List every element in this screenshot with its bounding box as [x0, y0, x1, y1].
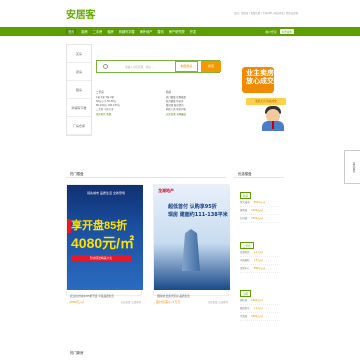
- quick-links-second: 二手房 1室 2室 3室 4室 50万以下 50-80万 80-100万 100…: [96, 90, 162, 116]
- section-title: 热门楼盘: [70, 172, 84, 176]
- top-links[interactable]: 您好，请登录 | 免费注册 | 手机APP | 网站导航 | 我的安居客: [234, 11, 298, 15]
- right-tag[interactable]: 新房: [240, 192, 252, 199]
- promo-headline: 业主卖房 放心成交: [246, 70, 274, 85]
- right-item[interactable]: 万科城 7800元/㎡: [240, 215, 280, 223]
- sidebar-item-factory[interactable]: 厂房仓库: [67, 117, 91, 135]
- publish-button[interactable]: 免费发布: [279, 29, 294, 34]
- quick-link[interactable]: 购房工具 新房问答: [166, 107, 232, 111]
- card-price: 4080元/㎡: [69, 300, 84, 304]
- item-price: 9600元/㎡: [251, 315, 263, 318]
- sidebar-item-commercial[interactable]: 商铺写字楼: [67, 99, 91, 117]
- main-nav: 首页 新房 二手房 租房 商铺写字楼 海外地产 楼讯 房产研究院 开发 用户登录…: [0, 27, 360, 36]
- nav-items: 首页 新房 二手房 租房 商铺写字楼 海外地产 楼讯 房产研究院 开发: [66, 27, 201, 36]
- banner-discount: 享开盘85折: [71, 220, 128, 232]
- map-search-button[interactable]: 地图找房: [175, 61, 198, 72]
- section-title: 优选楼盘: [238, 172, 252, 176]
- nav-right: 用户登录 免费发布: [265, 29, 294, 35]
- listing-card[interactable]: 领先城市 品质生活 全新登场 享开盘85折 4080元/㎡ 到访即送精美大礼 武…: [66, 184, 143, 298]
- right-item[interactable]: 中海国际 1.5万/㎡: [240, 257, 280, 265]
- promo-button[interactable]: 我要卖房 快速成交: [246, 98, 286, 105]
- divider: [234, 177, 284, 178]
- site-logo[interactable]: 安居客: [66, 6, 95, 21]
- item-name: 龙湖天街: [240, 251, 250, 254]
- nav-item-news[interactable]: 楼讯: [157, 29, 163, 34]
- sidebar-item-rent[interactable]: 租房: [67, 81, 91, 99]
- card-price: 首付仅需3~5万元: [156, 300, 181, 304]
- banner-gift: 到访即送精美大礼: [71, 255, 131, 261]
- quick-link-highlight[interactable]: 找房委托 免费: [96, 112, 162, 116]
- item-name: 华润城: [240, 315, 248, 318]
- category-sidebar: 买房 卖房 租房 商铺写字楼 厂房仓库: [66, 44, 92, 136]
- right-list: 小区 碧桂园 6900元/㎡ 融创壹号 1.1万/㎡ 华润城 9600元/㎡: [240, 290, 280, 321]
- sidebar-item-sell[interactable]: 卖房: [67, 63, 91, 81]
- item-price: 1.1万/㎡: [253, 307, 263, 310]
- banner-title: 领先城市 品质生活 全新登场: [87, 191, 125, 195]
- banner-line: 超低首付 认购享95折: [168, 204, 217, 210]
- card-meta: 周边配套 交通便利: [121, 301, 141, 304]
- nav-item-dev[interactable]: 开发: [190, 29, 196, 34]
- item-name: 中海国际: [240, 259, 250, 262]
- right-item[interactable]: 金地中心 8800元/㎡: [240, 265, 280, 273]
- banner-line: 现房 建面约111-138平米: [168, 212, 228, 218]
- card-meta: 周边配套 交通便利: [208, 301, 228, 304]
- feedback-tab[interactable]: 意见反馈: [344, 150, 360, 184]
- quick-link-highlight[interactable]: 买房优惠 全网最低: [166, 112, 232, 116]
- item-name: 碧桂园: [240, 299, 248, 302]
- right-tag[interactable]: 二手房: [240, 242, 254, 249]
- sidebar-item-buy[interactable]: 买房: [67, 45, 91, 63]
- item-name: 保利城: [240, 209, 248, 212]
- nav-item-new[interactable]: 新房: [81, 29, 87, 34]
- login-link[interactable]: 用户登录: [265, 30, 276, 34]
- item-price: 1.5万/㎡: [253, 259, 263, 262]
- right-item[interactable]: 融创壹号 1.1万/㎡: [240, 305, 280, 313]
- quick-links-title: 新房: [166, 91, 172, 94]
- item-name: 恒大绿洲: [240, 201, 250, 204]
- item-price: 8800元/㎡: [253, 267, 266, 270]
- right-item[interactable]: 碧桂园 6900元/㎡: [240, 297, 280, 305]
- agent-tie: [272, 121, 274, 129]
- item-price: 8500元/㎡: [253, 201, 266, 204]
- card-price-row: 4080元/㎡ 周边配套 交通便利: [69, 300, 141, 304]
- item-name: 万科城: [240, 217, 248, 220]
- right-item[interactable]: 保利城 9200元/㎡: [240, 207, 280, 215]
- item-price: 9200元/㎡: [251, 209, 263, 212]
- seller-promo-banner[interactable]: 业主卖房 放心成交 我要卖房 快速成交: [232, 53, 296, 131]
- card-caption[interactable]: 武汉恒大绿洲 85折开盘 享受品质生活: [70, 294, 142, 298]
- ad-banner[interactable]: 领先城市 品质生活 全新登场 享开盘85折 4080元/㎡ 到访即送精美大礼: [67, 185, 143, 290]
- nav-item-rent[interactable]: 租房: [107, 29, 113, 34]
- nav-item-home[interactable]: 首页: [66, 29, 77, 34]
- item-name: 融创壹号: [240, 307, 250, 310]
- right-item[interactable]: 华润城 9600元/㎡: [240, 313, 280, 321]
- item-price: 1.2万/㎡: [253, 251, 263, 254]
- right-tag[interactable]: 小区: [240, 290, 252, 297]
- search-placeholder: 请输入小区名称、地址…: [125, 66, 154, 69]
- right-item[interactable]: 恒大绿洲 8500元/㎡: [240, 199, 280, 207]
- right-list: 二手房 龙湖天街 1.2万/㎡ 中海国际 1.5万/㎡ 金地中心 8800元/㎡: [240, 242, 280, 273]
- section-title: 热门新房: [70, 351, 84, 355]
- nav-item-commercial[interactable]: 商铺写字楼: [119, 29, 135, 34]
- right-list: 新房 恒大绿洲 8500元/㎡ 保利城 9200元/㎡ 万科城 7800元/㎡: [240, 192, 280, 223]
- card-price-row: 首付仅需3~5万元 周边配套 交通便利: [156, 300, 228, 304]
- right-item[interactable]: 龙湖天街 1.2万/㎡: [240, 249, 280, 257]
- banner-price: 4080元/㎡: [71, 235, 135, 251]
- quick-link[interactable]: 二手房 小区大全: [96, 107, 162, 111]
- quick-links-title: 二手房: [96, 91, 104, 94]
- nav-item-overseas[interactable]: 海外地产: [140, 29, 153, 34]
- nav-item-second[interactable]: 二手房: [93, 29, 103, 34]
- search-icon: [103, 64, 108, 69]
- card-caption[interactable]: 国际城 优质学区房 品质生活: [157, 294, 229, 298]
- item-price: 7800元/㎡: [251, 217, 263, 220]
- item-name: 金地中心: [240, 267, 250, 270]
- item-price: 6900元/㎡: [251, 299, 263, 302]
- banner-logo: 龙湖地产: [158, 188, 174, 193]
- quick-links-new: 新房 热门楼盘 优惠楼盘 新开楼盘 特价房 看房团 新房资讯 购房工具 新房问答…: [166, 90, 232, 116]
- building-image: [182, 229, 200, 271]
- divider: [66, 177, 226, 178]
- listing-card[interactable]: 龙湖地产 超低首付 认购享95折 现房 建面约111-138平米 国际城 优质学…: [153, 184, 230, 298]
- ad-banner[interactable]: 龙湖地产 超低首付 认购享95折 现房 建面约111-138平米: [154, 185, 230, 290]
- search-button[interactable]: 搜索: [201, 61, 221, 72]
- nav-item-research[interactable]: 房产研究院: [169, 29, 185, 34]
